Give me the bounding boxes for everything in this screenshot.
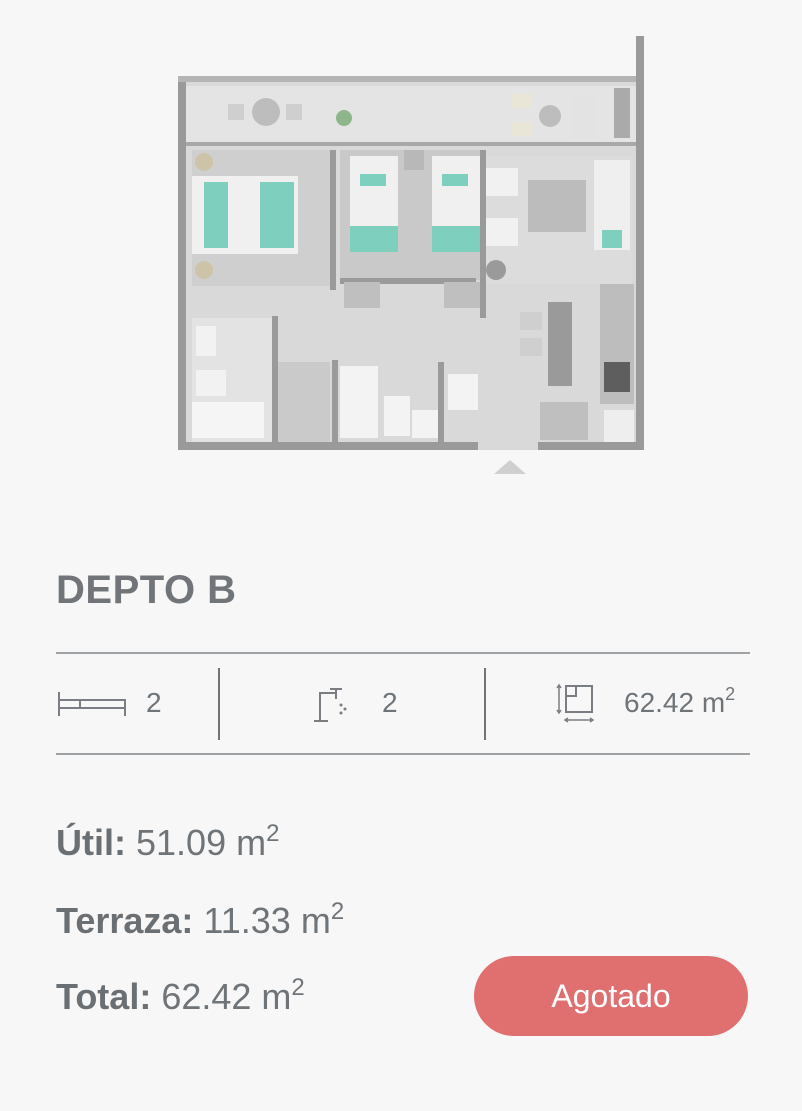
- bathrooms-spec: 2: [310, 678, 398, 728]
- divider-bottom: [56, 753, 750, 755]
- faucet-icon: [310, 683, 350, 723]
- floor-plan-image: [168, 30, 658, 475]
- total-label: Total:: [56, 976, 152, 1017]
- divider-top: [56, 652, 750, 654]
- spec-separator: [484, 668, 486, 740]
- bed-icon: [56, 686, 128, 720]
- floor-area-icon: [556, 682, 596, 724]
- status-button[interactable]: Agotado: [474, 956, 748, 1036]
- total-value: 62.42 m2: [161, 974, 305, 1018]
- total-row: Total: 62.42 m2: [56, 976, 305, 1018]
- area-total: 62.42 m2: [624, 684, 736, 718]
- terraza-label: Terraza:: [56, 900, 194, 941]
- spec-separator: [218, 668, 220, 740]
- util-label: Útil:: [56, 822, 126, 863]
- bedrooms-spec: 2: [56, 678, 162, 728]
- unit-title: DEPTO B: [56, 568, 237, 612]
- util-value: 51.09 m2: [136, 820, 280, 864]
- bathrooms-count: 2: [382, 687, 398, 718]
- area-spec: 62.42 m2: [556, 678, 735, 728]
- bedrooms-count: 2: [146, 687, 162, 718]
- terraza-row: Terraza: 11.33 m2: [56, 900, 344, 942]
- util-row: Útil: 51.09 m2: [56, 822, 279, 864]
- terraza-value: 11.33 m2: [203, 898, 345, 942]
